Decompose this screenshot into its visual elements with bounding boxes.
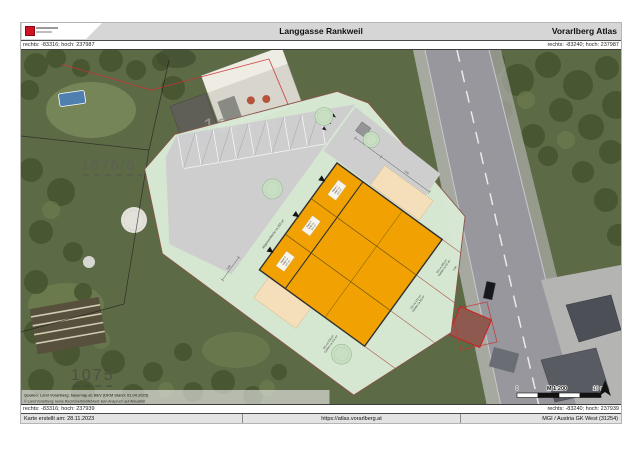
coordinate-row-top: rechts: -83316; hoch: 237987 rechts: -83… — [21, 41, 621, 49]
map-sheet: Langgasse Rankweil Vorarlberg Atlas rech… — [20, 22, 622, 424]
map-svg: 1076/3 1076/6 1075 — [21, 50, 621, 405]
scale-ratio-label: M 1:200 — [547, 386, 567, 392]
app-name: Vorarlberg Atlas — [552, 26, 617, 36]
footer-crs: MGI / Austria GK West (31254) — [461, 414, 621, 423]
parcel-label: 1076/6 — [81, 157, 136, 174]
attribution-line-2: © Land Vorarlberg; keine Rechtsverbindli… — [24, 400, 145, 404]
footer-url: https://atlas.vorarlberg.at — [243, 414, 461, 423]
dome-structure — [83, 256, 95, 268]
scale-zero-label: 0 — [515, 386, 518, 392]
sheet-header: Langgasse Rankweil Vorarlberg Atlas — [21, 23, 621, 41]
footer-created-date: Karte erstellt am: 28.11.2023 — [21, 414, 243, 423]
map-title: Langgasse Rankweil — [21, 26, 621, 36]
coord-bottom-right: rechts: -83240; hoch: 237939 — [547, 406, 619, 412]
coord-bottom-left: rechts: -83316; hoch: 237939 — [23, 406, 95, 412]
white-tree — [121, 207, 147, 233]
map-canvas: 1076/3 1076/6 1075 — [21, 49, 621, 405]
coord-top-left: rechts: -83316; hoch: 237987 — [23, 42, 95, 48]
parcel-label: 1075 — [71, 367, 115, 384]
attribution-box: Quellen: Land Vorarlberg; basemap.at; BE… — [22, 390, 330, 405]
coord-top-right: rechts: -83240; hoch: 237987 — [547, 42, 619, 48]
attribution-line-1: Quellen: Land Vorarlberg; basemap.at; BE… — [24, 393, 149, 398]
sheet-footer: Karte erstellt am: 28.11.2023 https://at… — [21, 413, 621, 423]
coordinate-row-bottom: rechts: -83316; hoch: 237939 rechts: -83… — [21, 405, 621, 413]
page: { "header": { "title": "Langgasse Rankwe… — [0, 0, 640, 453]
